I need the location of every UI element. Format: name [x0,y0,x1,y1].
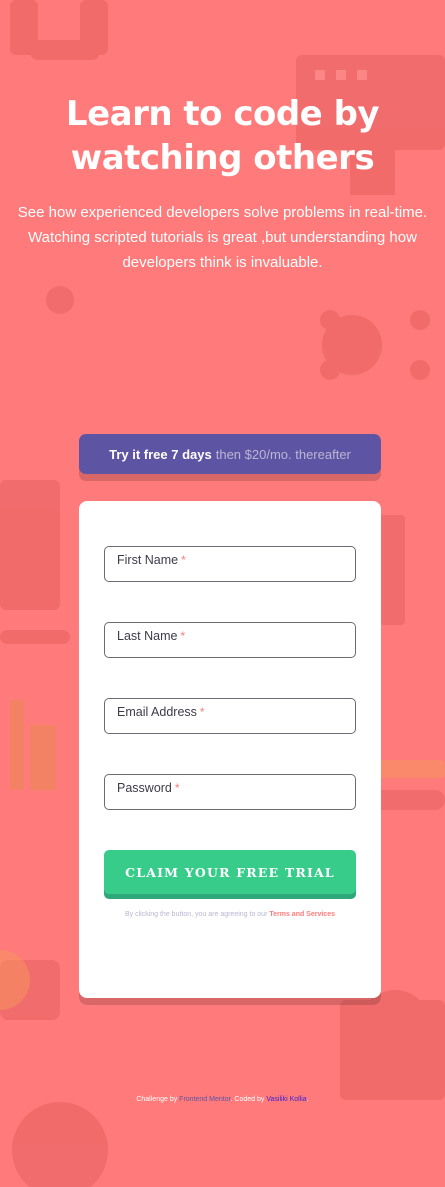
terms-prefix: By clicking the button, you are agreeing… [124,911,268,918]
terms-notice: By clicking the button, you are agreeing… [79,911,381,918]
attribution: Challenge by Frontend Mentor. Coded by V… [0,1096,445,1103]
attribution-prefix: Challenge by [136,1096,178,1103]
required-mark: * [199,705,205,719]
required-mark: * [174,781,180,795]
last-name-field[interactable]: Last Name * [104,622,356,658]
first-name-label: First Name [117,553,179,567]
password-label: Password [117,781,172,795]
frontend-mentor-link[interactable]: Frontend Mentor [179,1096,230,1103]
attribution-middle: . Coded by [230,1096,265,1103]
hero-section: Learn to code by watching others See how… [0,92,445,275]
terms-link[interactable]: Terms and Services [269,911,335,918]
hero-subtitle: See how experienced developers solve pro… [17,204,428,271]
required-mark: * [180,629,186,643]
hero-title: Learn to code by watching others [65,94,380,178]
promo-price-text: then $20/mo. thereafter [215,446,351,462]
free-trial-banner: Try it free 7 days then $20/mo. thereaft… [79,434,381,474]
email-field[interactable]: Email Address * [104,698,356,734]
first-name-field[interactable]: First Name * [104,546,356,582]
promo-strong-text: Try it free 7 days [109,446,212,462]
signup-form-card: First Name * Last Name * Email Address *… [79,501,381,998]
email-label: Email Address [117,705,197,719]
last-name-label: Last Name [117,629,178,643]
claim-free-trial-button[interactable]: CLAIM YOUR FREE TRIAL [104,850,356,894]
required-mark: * [181,553,186,567]
password-field[interactable]: Password * [104,774,356,810]
author-link[interactable]: Vasiliki Kollia [266,1096,306,1103]
attribution-suffix: . [306,1096,309,1103]
